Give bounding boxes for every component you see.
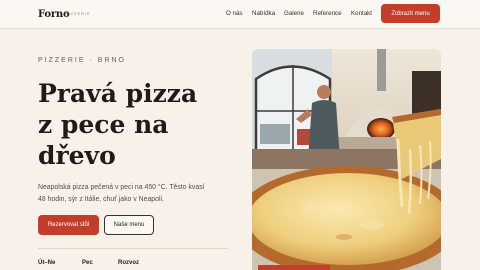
- hero-divider: [38, 248, 228, 249]
- hours-label-days: Út–Ne: [38, 260, 56, 266]
- top-navigation-bar: Forno PIZZERIE O nás Nabídka Galerie Ref…: [0, 0, 480, 29]
- hero-description-line: 48 hodin, sýr z Itálie, chuť jako v Neap…: [38, 195, 164, 203]
- nav-item-contact[interactable]: Kontakt: [351, 10, 372, 17]
- nav-item-about[interactable]: O nás: [226, 10, 243, 17]
- brand-tagline: PIZZERIE: [65, 12, 91, 16]
- reserve-table-button[interactable]: Rezervovat stůl: [38, 215, 99, 235]
- nav-item-menu[interactable]: Nabídka: [252, 10, 275, 17]
- nav-item-references[interactable]: Reference: [313, 10, 342, 17]
- show-menu-button[interactable]: Zobrazit menu: [381, 4, 440, 23]
- hero-description: Neapolská pizza pečená v peci na 450 °C.…: [38, 182, 238, 205]
- hero-title-line: Pravá pizza: [38, 79, 198, 108]
- pizza-oven-photo: [252, 49, 441, 270]
- nav-item-gallery[interactable]: Galerie: [284, 10, 304, 17]
- hero-title: Pravá pizza z pece na dřevo: [38, 78, 243, 171]
- hero-kicker: PIZZERIE · BRNO: [38, 57, 126, 64]
- hero-title-line: dřevo: [38, 141, 116, 170]
- pizza-photo-illustration: [252, 49, 441, 270]
- hours-label-oven: Pec: [82, 260, 93, 266]
- hours-label-delivery: Rozvoz: [118, 260, 139, 266]
- hero-description-line: Neapolská pizza pečená v peci na 450 °C.…: [38, 184, 205, 191]
- our-menu-button[interactable]: Naše menu: [104, 215, 154, 235]
- hero-title-line: z pece na: [38, 110, 169, 139]
